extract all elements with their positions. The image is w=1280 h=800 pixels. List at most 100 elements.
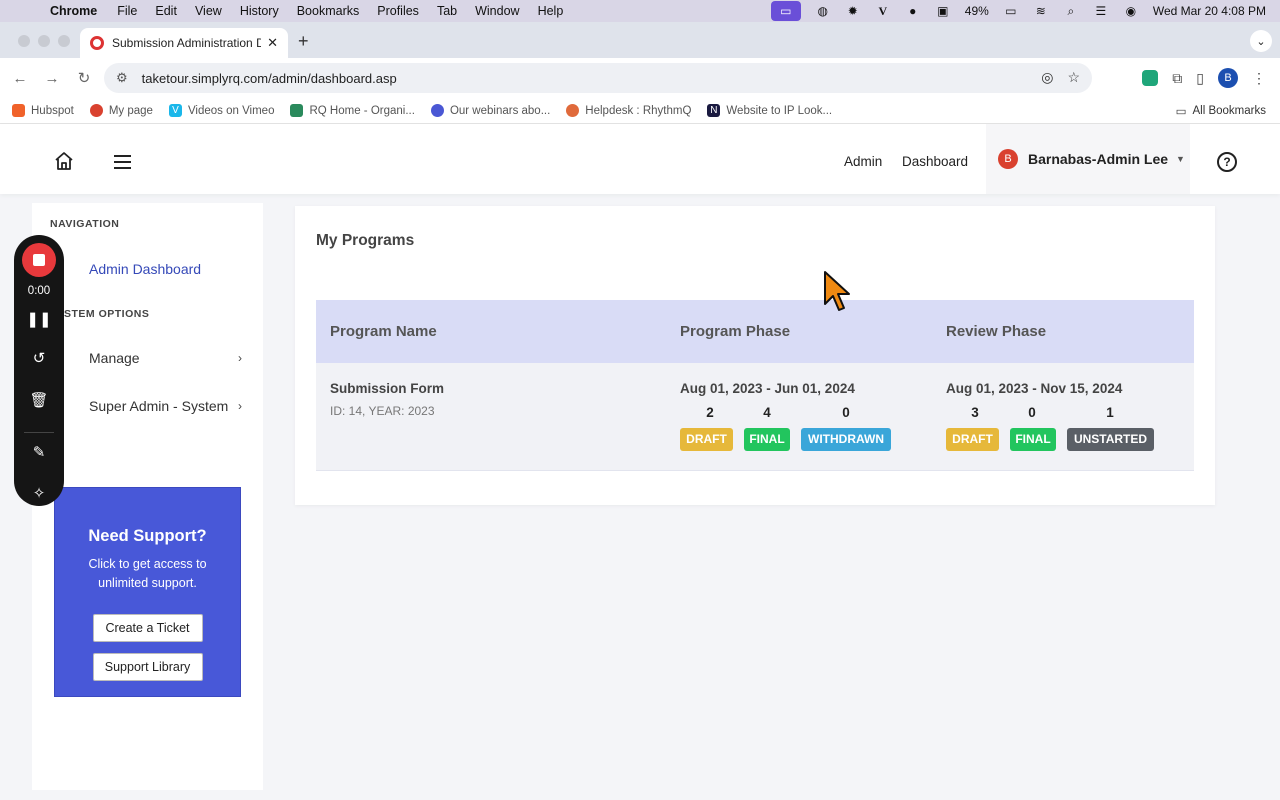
minimize-window-button[interactable] <box>38 35 50 47</box>
screen-record-icon[interactable]: ▭ <box>770 1 801 21</box>
reload-icon[interactable]: ↻ <box>76 69 92 87</box>
recording-timer: 0:00 <box>27 285 51 297</box>
create-ticket-button[interactable]: Create a Ticket <box>92 614 203 642</box>
admin-link[interactable]: Admin <box>844 154 882 169</box>
spotlight-search-icon[interactable]: ⌕ <box>1063 4 1079 18</box>
help-icon[interactable]: ? <box>1217 152 1237 172</box>
menu-history[interactable]: History <box>240 4 279 18</box>
support-library-button[interactable]: Support Library <box>92 653 203 681</box>
bookmark-star-icon[interactable]: ☆ <box>1067 69 1080 86</box>
column-header-review-phase: Review Phase <box>946 323 1047 340</box>
effects-icon[interactable]: ✧ <box>14 484 64 502</box>
trash-icon[interactable]: 🗑 <box>14 391 64 409</box>
mouse-cursor-icon <box>824 271 850 311</box>
restart-icon[interactable]: ↺ <box>14 349 64 367</box>
menu-edit[interactable]: Edit <box>155 4 177 18</box>
chevron-down-icon: ▼ <box>1176 154 1185 164</box>
new-tab-button[interactable]: + <box>298 31 309 52</box>
status-badge-final[interactable]: FINAL <box>744 428 790 451</box>
browser-toolbar: ← → ↻ ⚙ taketour.simplyrq.com/admin/dash… <box>0 58 1280 98</box>
tab-favicon-icon <box>90 36 104 50</box>
ip-lookup-icon: N <box>707 104 721 117</box>
extension-icon[interactable] <box>1142 70 1159 86</box>
support-title: Need Support? <box>88 527 207 545</box>
site-settings-icon[interactable]: ⚙ <box>116 70 128 86</box>
globe-icon[interactable]: ◍ <box>815 4 831 18</box>
all-bookmarks-button[interactable]: ▭ All Bookmarks <box>1176 104 1266 118</box>
dashboard-link[interactable]: Dashboard <box>902 154 968 169</box>
address-bar[interactable]: ⚙ taketour.simplyrq.com/admin/dashboard.… <box>104 63 1092 93</box>
bookmark-vimeo[interactable]: V Videos on Vimeo <box>168 104 274 117</box>
control-center-icon[interactable]: ☰ <box>1093 4 1109 18</box>
status-badge-draft[interactable]: DRAFT <box>946 428 999 451</box>
table-row[interactable]: Submission Form ID: 14, YEAR: 2023 Aug 0… <box>316 363 1194 471</box>
review-unstarted-count: 1 <box>1106 405 1114 420</box>
status-badge-withdrawn[interactable]: WITHDRAWN <box>801 428 891 451</box>
hubspot-icon <box>12 104 25 117</box>
program-name[interactable]: Submission Form <box>330 381 444 396</box>
menu-window[interactable]: Window <box>475 4 519 18</box>
sidebar: NAVIGATION ⌂ Admin Dashboard STEM OPTION… <box>32 203 263 790</box>
eye-slash-icon[interactable]: ◎ <box>1041 69 1053 86</box>
helpdesk-icon <box>566 104 580 117</box>
rq-home-icon <box>290 104 304 117</box>
user-avatar: B <box>998 149 1018 169</box>
grammarly-icon[interactable]: ● <box>905 4 921 18</box>
webinars-icon <box>430 104 444 117</box>
back-arrow-icon[interactable]: ← <box>12 70 28 87</box>
menu-help[interactable]: Help <box>538 4 564 18</box>
recorder-divider <box>24 432 54 433</box>
support-panel: Need Support? Click to get access to unl… <box>54 487 241 697</box>
stop-recording-button[interactable] <box>22 243 56 277</box>
bookmark-helpdesk[interactable]: Helpdesk : RhythmQ <box>566 104 691 117</box>
menu-file[interactable]: File <box>117 4 137 18</box>
status-badge-final[interactable]: FINAL <box>1010 428 1056 451</box>
battery-icon[interactable]: ▭ <box>1003 4 1019 18</box>
app-header: Admin Dashboard B Barnabas-Admin Lee ▼ ? <box>0 124 1280 194</box>
sidebar-item-super-admin-system[interactable]: ▤ Super Admin - System › <box>52 398 242 414</box>
side-panel-icon[interactable]: ▯ <box>1196 70 1204 87</box>
browser-tab-active[interactable]: Submission Administration Da ✕ <box>80 28 288 58</box>
menu-profiles[interactable]: Profiles <box>377 4 419 18</box>
clipboard-icon[interactable]: ▣ <box>935 4 951 18</box>
bookmark-webinars[interactable]: Our webinars abo... <box>430 104 550 117</box>
pause-icon[interactable]: ❚❚ <box>14 310 64 328</box>
bookmark-hubspot[interactable]: Hubspot <box>12 104 74 117</box>
pen-icon[interactable]: ✎ <box>14 443 64 461</box>
program-phase-dates: Aug 01, 2023 - Jun 01, 2024 <box>680 381 855 396</box>
chevron-right-icon: › <box>238 351 242 365</box>
bookmark-my-page[interactable]: My page <box>89 104 153 117</box>
sidebar-item-manage[interactable]: ⚙ Manage › <box>52 350 242 366</box>
status-badge-unstarted[interactable]: UNSTARTED <box>1067 428 1154 451</box>
menu-bookmarks[interactable]: Bookmarks <box>297 4 360 18</box>
table-header: Program Name Program Phase Review Phase <box>316 300 1194 363</box>
status-badge-draft[interactable]: DRAFT <box>680 428 733 451</box>
maximize-window-button[interactable] <box>58 35 70 47</box>
home-icon[interactable] <box>54 151 74 171</box>
program-meta: ID: 14, YEAR: 2023 <box>330 404 435 418</box>
tab-search-chevron-icon[interactable]: ⌄ <box>1250 30 1272 52</box>
vimeo-icon[interactable]: V <box>875 4 891 18</box>
browser-menu-icon[interactable]: ⋮ <box>1252 70 1266 87</box>
bookmark-ip-lookup[interactable]: N Website to IP Look... <box>707 104 832 117</box>
menu-app-name[interactable]: Chrome <box>50 4 97 18</box>
program-draft-count: 2 <box>706 405 714 420</box>
close-tab-icon[interactable]: ✕ <box>267 35 278 51</box>
menu-view[interactable]: View <box>195 4 222 18</box>
bookmark-rq-home[interactable]: RQ Home - Organi... <box>290 104 415 117</box>
extensions-puzzle-icon[interactable]: ⧉ <box>1172 70 1182 87</box>
profile-avatar[interactable]: B <box>1218 68 1238 88</box>
navigation-heading: NAVIGATION <box>50 218 120 230</box>
user-menu[interactable]: B Barnabas-Admin Lee ▼ <box>986 124 1190 194</box>
brightness-icon[interactable]: ✹ <box>845 4 861 18</box>
wifi-icon[interactable]: ≋ <box>1033 4 1049 18</box>
siri-icon[interactable]: ◉ <box>1123 4 1139 18</box>
url-text[interactable]: taketour.simplyrq.com/admin/dashboard.as… <box>142 71 397 86</box>
close-window-button[interactable] <box>18 35 30 47</box>
forward-arrow-icon[interactable]: → <box>44 70 60 87</box>
sidebar-item-admin-dashboard[interactable]: ⌂ Admin Dashboard <box>52 261 242 277</box>
hamburger-menu-icon[interactable] <box>114 155 131 173</box>
clock: Wed Mar 20 4:08 PM <box>1152 4 1266 18</box>
menu-tab[interactable]: Tab <box>437 4 457 18</box>
system-options-heading: STEM OPTIONS <box>64 308 150 320</box>
